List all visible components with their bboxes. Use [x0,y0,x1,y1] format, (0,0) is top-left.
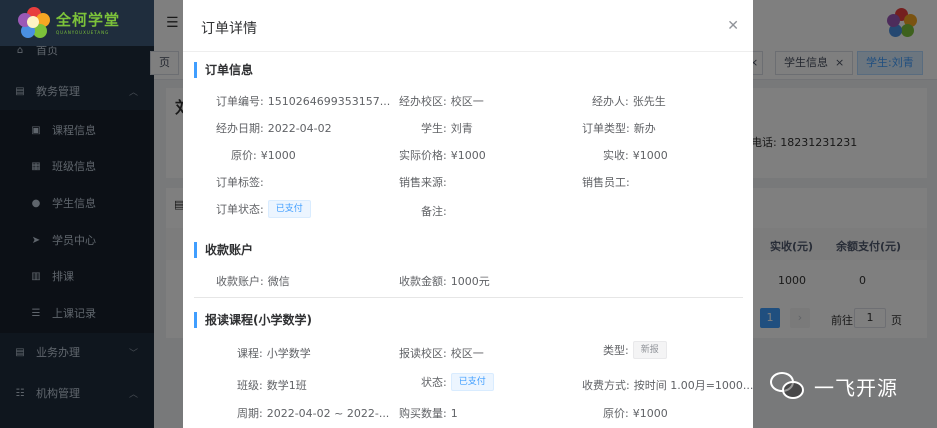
field-remark: 备注: [421,205,447,218]
field-course-price: 原价: ¥1000 [603,406,668,421]
field-campus: 经办校区: 校区一 [399,95,484,108]
dialog-title: 订单详情 [201,21,257,37]
divider [194,297,743,298]
field-course-state: 状态: 已支付 [421,373,494,391]
field-sales-staff: 销售员工: [582,176,630,189]
status-badge: 已支付 [267,200,311,218]
field-received: 实收: ¥1000 [603,148,668,163]
field-order-type: 订单类型: 新办 [582,122,656,135]
kind-badge: 新报 [632,341,667,359]
watermark: 一飞开源 [768,366,898,406]
brand-wordmark: 全柯学堂 QUANYOUXUETANG [56,10,121,35]
logo: 全柯学堂 QUANYOUXUETANG [0,0,154,46]
field-kind: 类型: 新报 [603,341,667,359]
section-order-info: 订单信息 [194,62,253,78]
wechat-icon [768,366,808,406]
field-orig-price: 原价: ¥1000 [231,148,296,163]
status-badge: 已支付 [450,373,494,391]
field-student: 学生: 刘青 [421,122,473,135]
field-class: 班级: 数学1班 [237,379,307,392]
field-qty: 购买数量: 1 [399,406,458,421]
close-icon[interactable]: ✕ [727,18,739,34]
field-actual-price: 实际价格: ¥1000 [399,148,486,163]
field-handler: 经办人: 张先生 [592,95,666,108]
section-course: 报读课程(小学数学) [194,312,312,328]
field-sales-source: 销售来源: [399,176,447,189]
field-course: 课程: 小学数学 [237,347,311,360]
flower-logo-icon [18,7,50,39]
field-course-campus: 报读校区: 校区一 [399,347,484,360]
field-order-tag: 订单标签: [216,176,264,189]
field-date: 经办日期: 2022-04-02 [216,121,332,136]
field-account: 收款账户: 微信 [216,275,290,288]
order-detail-dialog: 订单详情 ✕ 订单信息 订单编号: 1510264699353157... 经办… [183,0,753,428]
field-period: 周期: 2022-04-02 ~ 2022-... [237,406,390,421]
field-order-status: 订单状态: 已支付 [216,200,311,218]
field-order-no: 订单编号: 1510264699353157... [216,94,391,109]
field-charge: 收费方式: 按时间 1.00月=1000.... [582,379,753,392]
dialog-header: 订单详情 ✕ [183,0,753,52]
watermark-text: 一飞开源 [814,375,898,400]
section-account: 收款账户 [194,242,253,258]
field-amount: 收款金额: 1000元 [399,275,490,288]
